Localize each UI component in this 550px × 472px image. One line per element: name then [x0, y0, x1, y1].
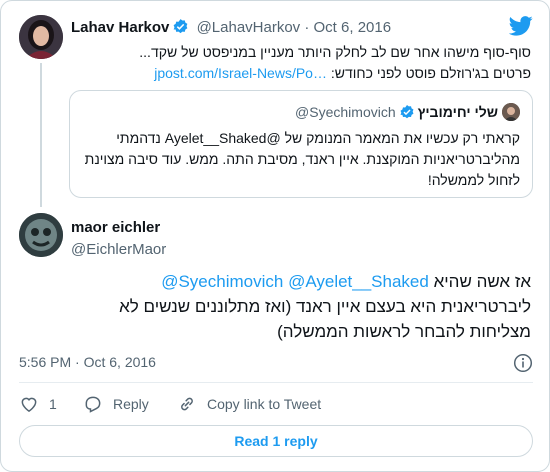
parent-handle[interactable]: @LahavHarkov [197, 19, 301, 36]
parent-date[interactable]: Oct 6, 2016 [314, 19, 392, 36]
parent-link[interactable]: jpost.com/Israel-News/Po… [154, 65, 327, 81]
tweet-embed-card: Lahav Harkov @LahavHarkov · Oct 6, 2016 … [0, 0, 550, 472]
mention-syechimovich[interactable]: @Syechimovich [161, 272, 283, 291]
copy-link-button[interactable]: Copy link to Tweet [177, 393, 321, 415]
info-icon[interactable] [513, 353, 533, 373]
reply-text-line1: אז אשה שהיא @Ayelet__Shaked @Syechimovic… [11, 269, 531, 294]
quoted-tweet-header: @Syechimovich שלי יחימוביץ [295, 103, 520, 123]
separator-dot: · [304, 19, 310, 36]
divider [19, 382, 533, 383]
verified-badge-icon [172, 18, 189, 39]
reply-tweet-header: maor eichler @EichlerMaor [71, 218, 166, 260]
reply-text-line1-body: אז אשה שהיא [433, 272, 531, 291]
twitter-bird-icon[interactable] [508, 15, 533, 37]
link-icon [181, 397, 193, 411]
reply-text-line3: מצליחות להבחר לראשות הממשלה) [277, 322, 531, 341]
quoted-tweet[interactable]: @Syechimovich שלי יחימוביץ קראתי רק עכשיו… [69, 90, 533, 198]
verified-badge-icon [399, 104, 415, 123]
reply-tweet-text: אז אשה שהיא @Ayelet__Shaked @Syechimovic… [11, 269, 531, 344]
separator-dot: · [75, 354, 80, 370]
maor-avatar[interactable] [19, 213, 63, 257]
quoted-tweet-text: קראתי רק עכשיו את המאמר המנומק של @Ayele… [80, 128, 520, 191]
like-button[interactable]: 1 [19, 393, 57, 415]
reply-text-line2: ליברטריאנית היא בעצם איין ראנד (ואז מתלו… [119, 297, 531, 316]
quoted-text-line1: קראתי רק עכשיו את המאמר המנומק של @Ayele… [116, 130, 520, 146]
reply-icon [85, 396, 101, 413]
parent-text-line2-label: פרטים בג'רוזלם פוסט לפני כחודש: [330, 65, 531, 81]
quoted-author-name[interactable]: שלי יחימוביץ [418, 104, 498, 120]
reply-author-name[interactable]: maor eichler [71, 218, 166, 238]
quoted-avatar[interactable] [502, 103, 520, 121]
heart-icon [21, 397, 37, 412]
tweet-date: Oct 6, 2016 [83, 354, 156, 370]
like-count: 1 [49, 396, 57, 412]
reply-button[interactable]: Reply [83, 393, 149, 415]
parent-text-line1: סוף-סוף מישהו אחר שם לב לחלק היותר מעניי… [139, 44, 531, 60]
quoted-handle[interactable]: @Syechimovich [295, 104, 396, 120]
thread-connector-line [40, 63, 42, 207]
lahav-avatar[interactable] [19, 15, 63, 59]
parent-tweet-header: Lahav Harkov @LahavHarkov · Oct 6, 2016 [71, 18, 391, 39]
quoted-text-line2: מהליברטריאניות המוקצנת. איין ראנד, מסיבת… [84, 151, 520, 167]
tweet-time: 5:56 PM [19, 354, 72, 370]
read-replies-button[interactable]: Read 1 reply [19, 425, 533, 457]
parent-text-line2: פרטים בג'רוזלם פוסט לפני כחודש: jpost.co… [61, 63, 531, 84]
reply-handle[interactable]: @EichlerMaor [71, 240, 166, 260]
tweet-timestamp[interactable]: 5:56 PM · Oct 6, 2016 [19, 354, 156, 370]
parent-tweet-text: סוף-סוף מישהו אחר שם לב לחלק היותר מעניי… [61, 42, 531, 84]
reply-label: Reply [113, 396, 149, 412]
quoted-text-line3: לזחול לממשלה! [427, 172, 520, 188]
copy-link-label: Copy link to Tweet [207, 396, 322, 412]
parent-author-name[interactable]: Lahav Harkov [71, 19, 169, 36]
mention-ayelet-shaked[interactable]: @Ayelet__Shaked [288, 272, 429, 291]
